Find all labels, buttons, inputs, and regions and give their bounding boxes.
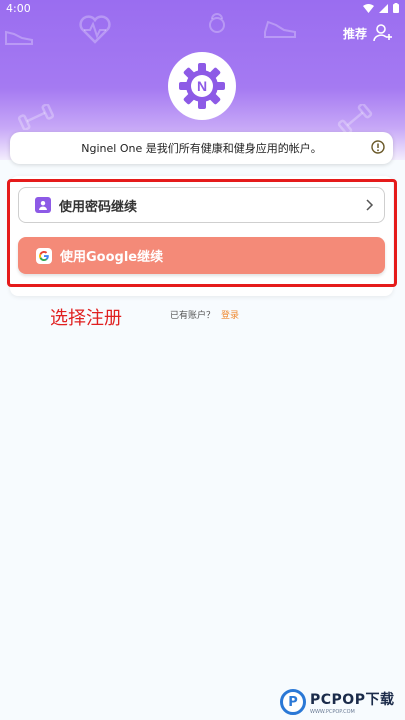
status-bar: 4:00: [0, 0, 405, 16]
login-link[interactable]: 登录: [221, 308, 239, 321]
have-account-prompt: 已有账户？: [170, 311, 216, 321]
status-time: 4:00: [6, 1, 31, 15]
battery-icon: [393, 3, 399, 13]
recommend-button[interactable]: 推荐: [343, 24, 393, 42]
dumbbell-icon: [17, 104, 55, 130]
heart-pulse-icon: [79, 15, 111, 44]
status-icons: [363, 3, 399, 13]
info-card: Nginel One 是我们所有健康和健身应用的帐户。: [10, 132, 393, 164]
watermark: P PCPOP下载 WWW.PCPOP.COM: [280, 684, 405, 720]
logo-letter: N: [197, 78, 207, 94]
annotation-text: 选择注册: [50, 308, 122, 329]
recommend-label: 推荐: [342, 26, 367, 41]
sneaker-icon: [264, 20, 296, 38]
gear-logo-icon: N: [179, 63, 225, 109]
info-text: Nginel One 是我们所有健康和健身应用的帐户。: [81, 142, 322, 155]
wifi-icon: [363, 3, 374, 13]
info-icon[interactable]: [371, 140, 385, 154]
watermark-logo: P: [280, 689, 306, 715]
shoe-icon: [5, 30, 33, 45]
watermark-main: PCPOP下载: [310, 692, 395, 708]
login-row: 已有账户？ 登录: [170, 308, 239, 321]
watermark-text: PCPOP下载 WWW.PCPOP.COM: [310, 689, 394, 715]
signal-icon: [379, 3, 388, 13]
watermark-sub: WWW.PCPOP.COM: [310, 709, 355, 715]
add-user-icon: [373, 24, 392, 42]
highlight-box: [7, 179, 397, 287]
dumbbell-icon: [337, 104, 373, 134]
app-logo: N: [168, 52, 236, 120]
